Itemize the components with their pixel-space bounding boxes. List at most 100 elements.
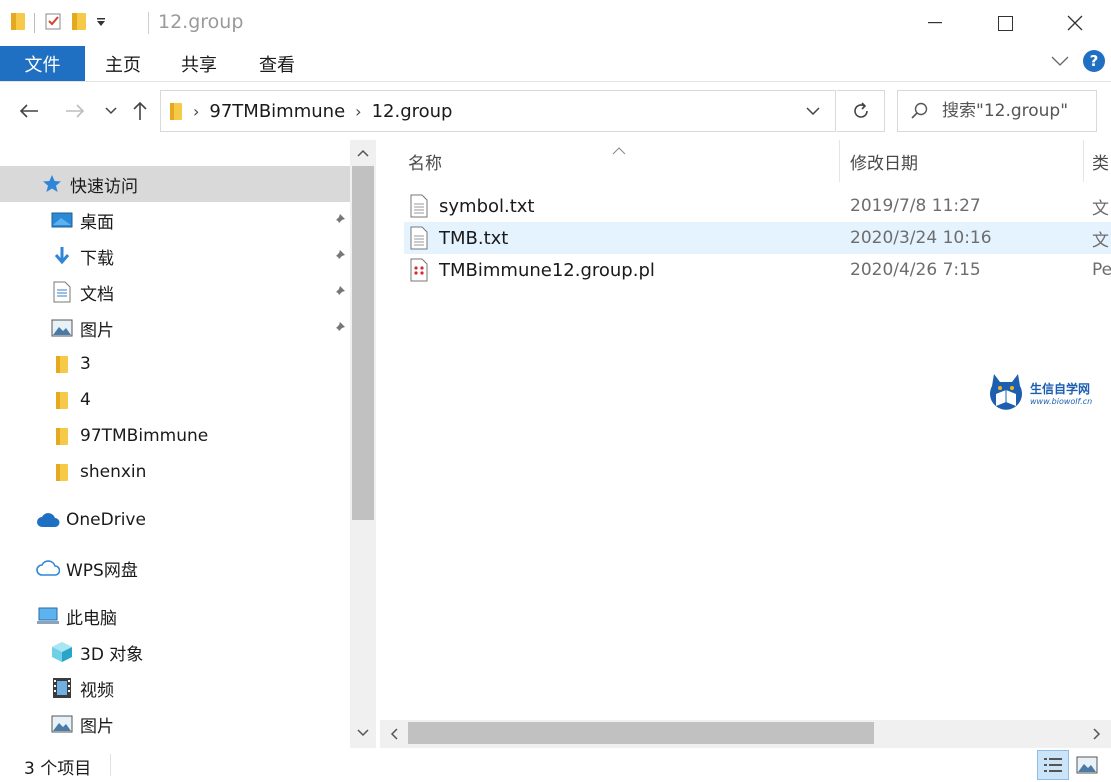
- address-bar[interactable]: › 97TMBimmune › 12.group: [160, 90, 836, 132]
- up-button[interactable]: [127, 98, 153, 124]
- breadcrumb-97tmbimmune[interactable]: 97TMBimmune: [209, 101, 345, 122]
- file-type: 文: [1092, 198, 1109, 219]
- watermark-name: 生信自学网: [1030, 382, 1091, 396]
- picture-icon: [50, 316, 74, 340]
- breadcrumb-separator[interactable]: ›: [355, 102, 361, 121]
- folder-icon: [10, 11, 26, 36]
- scrollbar-thumb[interactable]: [352, 166, 374, 520]
- title-bar: 12.group: [0, 0, 1111, 46]
- column-header-date[interactable]: 修改日期: [850, 140, 918, 182]
- tab-view[interactable]: 查看: [246, 46, 308, 81]
- download-icon: [50, 244, 74, 268]
- folder-icon: [50, 388, 74, 412]
- file-row[interactable]: TMBimmune12.group.pl 2020/4/26 7:15 Pe: [404, 254, 1111, 286]
- file-list-pane: 名称 修改日期 类 symbol.txt 2019/7/8 11:27 文 TM…: [376, 140, 1111, 720]
- folder-icon: [50, 352, 74, 376]
- nav-quick-access[interactable]: 快速访问: [0, 166, 350, 202]
- window-title: 12.group: [158, 11, 244, 33]
- nav-desktop[interactable]: 桌面: [0, 202, 350, 238]
- nav-this-pc[interactable]: 此电脑: [0, 598, 350, 634]
- pin-icon[interactable]: [332, 248, 346, 268]
- properties-icon[interactable]: [43, 11, 63, 36]
- back-button[interactable]: [16, 98, 42, 124]
- picture-icon: [50, 712, 74, 736]
- star-icon: [40, 172, 64, 196]
- column-header-type[interactable]: 类: [1092, 140, 1109, 182]
- pin-icon[interactable]: [332, 320, 346, 340]
- nav-pane-scrollbar[interactable]: [350, 140, 376, 748]
- nav-pc-pictures[interactable]: 图片: [0, 706, 350, 742]
- cloud-icon: [36, 508, 60, 532]
- column-header-name[interactable]: 名称: [408, 140, 442, 182]
- file-row[interactable]: symbol.txt 2019/7/8 11:27 文: [404, 190, 1111, 222]
- nav-downloads[interactable]: 下载: [0, 238, 350, 274]
- expand-ribbon-icon[interactable]: [1051, 51, 1069, 71]
- file-row[interactable]: TMB.txt 2020/3/24 10:16 文: [404, 222, 1111, 254]
- folder-icon: [50, 424, 74, 448]
- minimize-button[interactable]: [900, 0, 970, 46]
- recent-locations-button[interactable]: [98, 98, 124, 124]
- file-date: 2020/4/26 7:15: [850, 260, 981, 280]
- search-box[interactable]: [897, 90, 1097, 132]
- wolf-logo-icon: [986, 370, 1026, 417]
- scroll-up-icon[interactable]: [350, 140, 376, 166]
- file-type: Pe: [1092, 260, 1111, 280]
- scroll-right-icon[interactable]: [1083, 720, 1111, 748]
- scroll-down-icon[interactable]: [350, 720, 376, 746]
- tab-share[interactable]: 共享: [168, 46, 230, 81]
- navigation-pane: 快速访问 桌面 下载 文档 图片 3 4 97TMBimmune shenxin…: [0, 140, 376, 748]
- close-button[interactable]: [1040, 0, 1110, 46]
- search-input[interactable]: [942, 101, 1090, 121]
- tab-home[interactable]: 主页: [92, 46, 154, 81]
- nav-folder-4[interactable]: 4: [0, 382, 350, 418]
- address-dropdown-button[interactable]: [791, 91, 835, 131]
- file-date: 2019/7/8 11:27: [850, 196, 981, 216]
- nav-3d-objects[interactable]: 3D 对象: [0, 634, 350, 670]
- desktop-icon: [50, 208, 74, 232]
- breadcrumb-separator[interactable]: ›: [193, 102, 199, 121]
- file-list-hscrollbar[interactable]: [380, 720, 1111, 748]
- refresh-button[interactable]: [837, 90, 885, 132]
- item-count: 3 个项目: [24, 759, 92, 779]
- nav-folder-3[interactable]: 3: [0, 346, 350, 382]
- forward-button[interactable]: [62, 98, 88, 124]
- watermark-logo: 生信自学网 www.biowolf.cn: [986, 370, 1106, 416]
- large-icons-view-button[interactable]: [1071, 750, 1103, 780]
- nav-wps-drive[interactable]: WPS网盘: [0, 550, 350, 586]
- text-file-icon: [410, 194, 428, 223]
- text-file-icon: [410, 226, 428, 255]
- breadcrumb-12-group[interactable]: 12.group: [372, 101, 453, 122]
- file-name: TMBimmune12.group.pl: [439, 259, 655, 281]
- details-view-button[interactable]: [1037, 750, 1069, 780]
- sort-ascending-icon: [612, 140, 626, 160]
- 3d-objects-icon: [50, 640, 74, 664]
- scrollbar-thumb[interactable]: [408, 722, 874, 744]
- perl-file-icon: [410, 258, 428, 287]
- nav-folder-97tmbimmune[interactable]: 97TMBimmune: [0, 418, 350, 454]
- document-icon: [50, 280, 74, 304]
- nav-folder-shenxin[interactable]: shenxin: [0, 454, 350, 490]
- pin-icon[interactable]: [332, 284, 346, 304]
- folder-icon: [169, 101, 183, 121]
- pin-icon[interactable]: [332, 212, 346, 232]
- file-type: 文: [1092, 230, 1109, 251]
- scroll-left-icon[interactable]: [380, 720, 408, 748]
- nav-videos[interactable]: 视频: [0, 670, 350, 706]
- new-folder-icon[interactable]: [71, 11, 87, 36]
- tab-file[interactable]: 文件: [0, 46, 85, 81]
- video-icon: [50, 676, 74, 700]
- file-date: 2020/3/24 10:16: [850, 228, 992, 248]
- nav-pictures[interactable]: 图片: [0, 310, 350, 346]
- address-row: › 97TMBimmune › 12.group: [0, 82, 1111, 140]
- file-name: TMB.txt: [439, 227, 509, 249]
- file-name: symbol.txt: [439, 195, 535, 217]
- watermark-url: www.biowolf.cn: [1030, 397, 1093, 406]
- customize-toolbar-icon[interactable]: [95, 13, 107, 33]
- help-icon[interactable]: ?: [1083, 50, 1105, 72]
- nav-onedrive[interactable]: OneDrive: [0, 502, 350, 538]
- wps-cloud-icon: [36, 556, 60, 580]
- ribbon-tabs: 文件 主页 共享 查看 ?: [0, 46, 1111, 82]
- quick-access-toolbar: [10, 10, 107, 36]
- maximize-button[interactable]: [970, 0, 1040, 46]
- nav-documents[interactable]: 文档: [0, 274, 350, 310]
